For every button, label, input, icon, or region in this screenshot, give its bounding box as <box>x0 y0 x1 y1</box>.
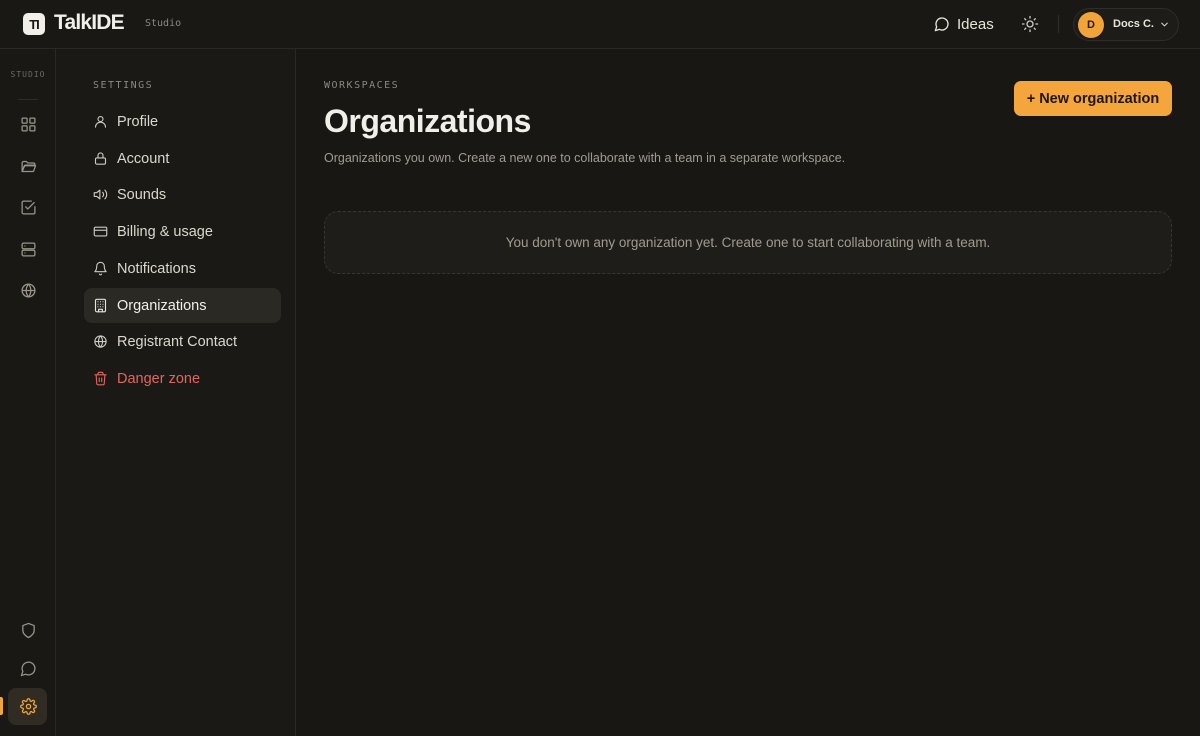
chat-icon <box>20 660 37 677</box>
page-description: Organizations you own. Create a new one … <box>324 151 846 165</box>
building-icon <box>93 298 108 313</box>
icon-rail: STUDIO <box>0 49 56 736</box>
avatar: D <box>1078 12 1104 38</box>
folder-icon <box>20 158 37 175</box>
rail-active-indicator <box>0 697 3 715</box>
chat-bubble-icon <box>934 16 950 32</box>
settings-item-profile[interactable]: Profile <box>84 104 281 139</box>
settings-item-sounds[interactable]: Sounds <box>84 177 281 212</box>
rail-settings-icon-wrap[interactable] <box>18 696 38 716</box>
section-eyebrow: WORKSPACES <box>324 80 400 91</box>
user-menu-button[interactable]: D Docs C. <box>1073 8 1179 41</box>
new-organization-button[interactable]: + New organization <box>1014 81 1172 116</box>
trash-icon <box>93 371 108 386</box>
page-title: Organizations <box>324 103 531 139</box>
settings-item-label: Account <box>117 150 170 167</box>
chevron-down-icon <box>1159 19 1170 30</box>
user-name: Docs C. <box>1113 18 1154 30</box>
settings-item-label: Danger zone <box>117 370 201 387</box>
settings-item-notifications[interactable]: Notifications <box>84 251 281 286</box>
settings-item-label: Organizations <box>117 297 207 314</box>
empty-state-message: You don't own any organization yet. Crea… <box>505 235 991 250</box>
grid-icon <box>20 116 37 133</box>
sun-icon <box>1021 15 1039 33</box>
rail-item-projects[interactable] <box>18 156 38 176</box>
settings-item-organizations[interactable]: Organizations <box>84 288 281 323</box>
rail-item-servers[interactable] <box>18 239 38 259</box>
topbar-divider <box>1058 15 1059 33</box>
rail-item-domains[interactable] <box>18 280 38 300</box>
settings-item-label: Billing & usage <box>117 223 213 240</box>
globe-icon <box>93 334 108 349</box>
settings-item-label: Notifications <box>117 260 196 277</box>
server-icon <box>20 241 37 258</box>
bell-icon <box>93 261 108 276</box>
user-icon <box>93 114 108 129</box>
logo-icon[interactable]: TI <box>23 13 45 35</box>
gear-icon <box>19 697 37 715</box>
ideas-button[interactable]: Ideas <box>934 14 994 34</box>
settings-item-label: Registrant Contact <box>117 333 238 350</box>
rail-divider <box>18 99 38 100</box>
rail-label: STUDIO <box>10 70 46 79</box>
settings-item-billing[interactable]: Billing & usage <box>84 214 281 249</box>
settings-item-registrant-contact[interactable]: Registrant Contact <box>84 324 281 359</box>
lock-icon <box>93 151 108 166</box>
app-edition: Studio <box>145 18 182 29</box>
settings-sidebar: SETTINGS Profile Account Sounds Billing … <box>56 49 296 736</box>
credit-card-icon <box>93 224 108 239</box>
globe-icon <box>20 282 37 299</box>
shield-icon <box>20 622 37 639</box>
empty-state: You don't own any organization yet. Crea… <box>324 211 1172 274</box>
app-name[interactable]: TalkIDE <box>54 11 125 35</box>
theme-toggle-button[interactable] <box>1021 15 1039 33</box>
settings-item-label: Sounds <box>117 186 167 203</box>
top-bar: TI TalkIDE Studio Ideas D Docs C. <box>0 0 1200 49</box>
checkbox-icon <box>20 199 37 216</box>
settings-title: SETTINGS <box>93 80 154 91</box>
speaker-icon <box>93 187 108 202</box>
main-content: WORKSPACES Organizations Organizations y… <box>296 49 1200 736</box>
rail-item-security[interactable] <box>18 620 38 640</box>
settings-item-danger-zone[interactable]: Danger zone <box>84 361 281 396</box>
ideas-label: Ideas <box>957 15 994 33</box>
rail-item-dashboard[interactable] <box>18 114 38 134</box>
settings-item-account[interactable]: Account <box>84 141 281 176</box>
settings-item-label: Profile <box>117 113 159 130</box>
rail-item-tasks[interactable] <box>18 197 38 217</box>
rail-item-chat[interactable] <box>18 658 38 678</box>
